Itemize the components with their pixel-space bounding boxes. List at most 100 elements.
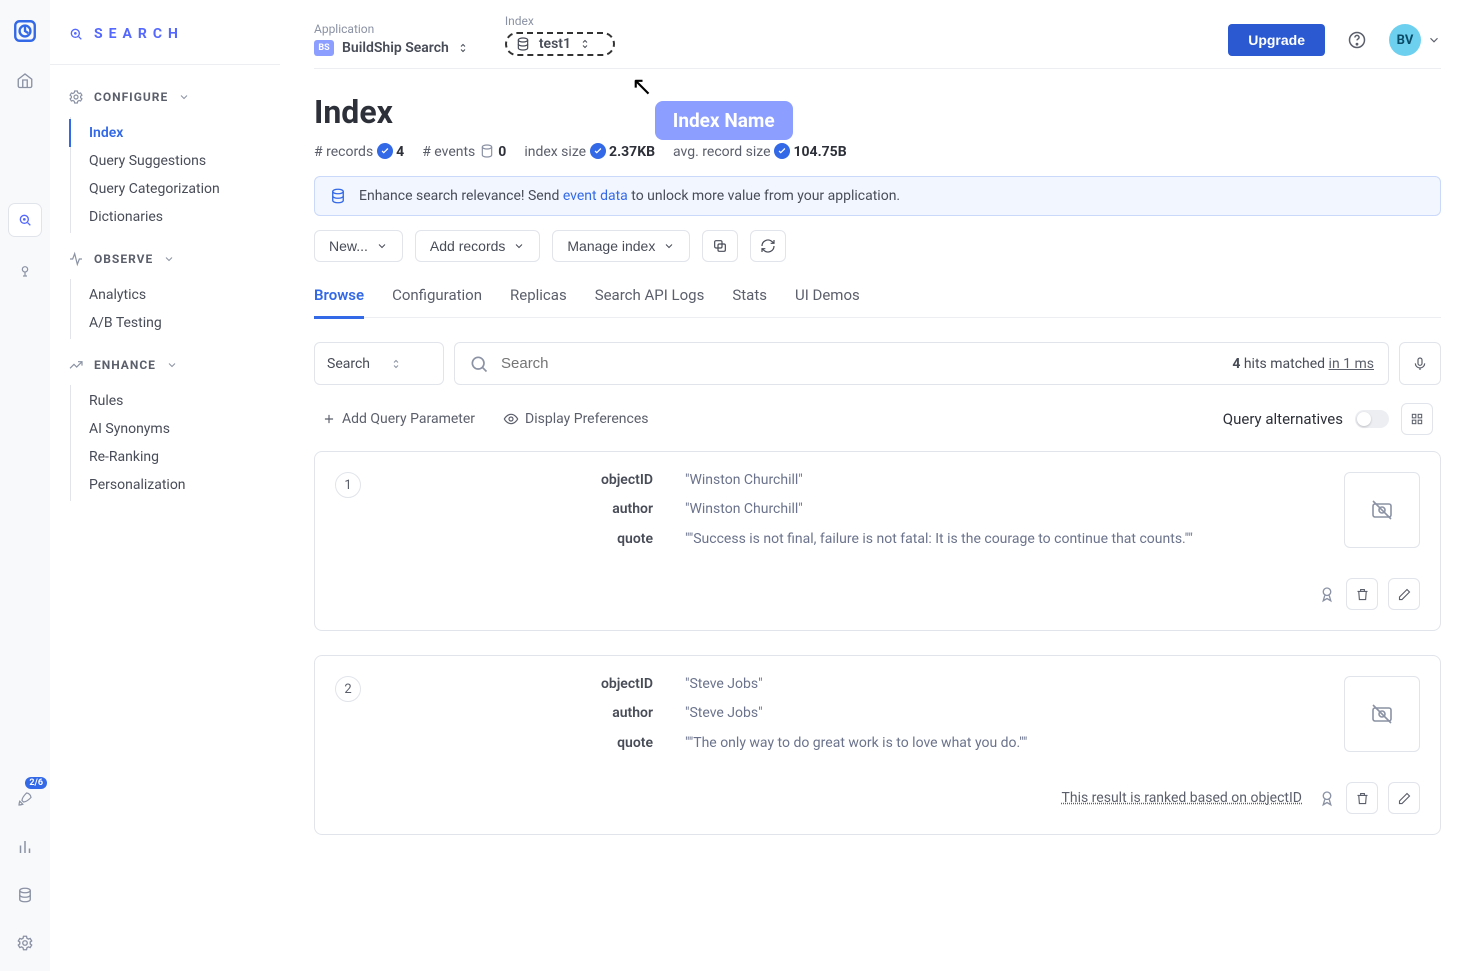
tab-configuration[interactable]: Configuration (392, 280, 482, 317)
chevron-down-icon (1427, 33, 1441, 47)
database-icon (479, 143, 495, 159)
check-icon (774, 143, 790, 159)
search-input[interactable] (501, 343, 1220, 384)
grid-icon (1410, 412, 1424, 426)
rail-recommend-icon[interactable] (9, 256, 41, 288)
activity-icon (68, 251, 84, 267)
manage-index-button[interactable]: Manage index (552, 230, 690, 262)
gear-icon (68, 89, 84, 105)
nav-query-categorization[interactable]: Query Categorization (69, 175, 262, 203)
index-label: Index (505, 14, 615, 28)
app-chip: BS (314, 40, 334, 56)
chevron-updown-icon (579, 37, 591, 51)
page-title: Index (314, 93, 1441, 131)
copy-button[interactable] (702, 230, 738, 262)
record-number: 1 (335, 472, 361, 498)
algolia-logo-icon[interactable] (12, 18, 38, 44)
record-number: 2 (335, 676, 361, 702)
toolbar: New... Add records Manage index (314, 230, 1441, 262)
tabs: Browse Configuration Replicas Search API… (314, 280, 1441, 318)
section-observe[interactable]: OBSERVE (68, 239, 262, 279)
no-image-icon (1344, 472, 1420, 548)
check-icon (377, 143, 393, 159)
delete-button[interactable] (1346, 782, 1378, 814)
search-row: Search 4 hits matched in 1 ms (314, 342, 1441, 385)
section-enhance[interactable]: ENHANCE (68, 345, 262, 385)
search-icon (469, 354, 489, 374)
record-key: quote (385, 735, 685, 752)
nav-query-suggestions[interactable]: Query Suggestions (69, 147, 262, 175)
nav-analytics[interactable]: Analytics (69, 281, 262, 309)
sidebar: SEARCH CONFIGURE Index Query Suggestions… (50, 0, 280, 971)
ranking-icon[interactable] (1318, 585, 1336, 603)
trash-icon (1355, 791, 1370, 806)
edit-icon (1397, 791, 1412, 806)
edit-button[interactable] (1388, 578, 1420, 610)
topbar: Application BS BuildShip Search Index te… (314, 0, 1441, 69)
tab-browse[interactable]: Browse (314, 280, 364, 319)
rail-home-icon[interactable] (9, 64, 41, 96)
add-records-button[interactable]: Add records (415, 230, 540, 262)
database-icon (515, 36, 531, 52)
copy-icon (712, 238, 728, 254)
record-key: author (385, 501, 685, 518)
record-key: objectID (385, 676, 685, 693)
info-banner: Enhance search relevance! Send event dat… (314, 176, 1441, 216)
chevron-down-icon (376, 240, 388, 252)
rail-search-icon[interactable] (9, 204, 41, 236)
no-image-icon (1344, 676, 1420, 752)
edit-button[interactable] (1388, 782, 1420, 814)
mic-icon (1412, 356, 1428, 372)
record-value: "Winston Churchill" (685, 501, 1320, 518)
help-icon[interactable] (1347, 30, 1367, 50)
search-mode-select[interactable]: Search (314, 342, 444, 385)
rail-settings-icon[interactable] (9, 927, 41, 959)
trend-icon (68, 357, 84, 373)
nav-ai-synonyms[interactable]: AI Synonyms (69, 415, 262, 443)
nav-dictionaries[interactable]: Dictionaries (69, 203, 262, 231)
tab-stats[interactable]: Stats (732, 280, 767, 317)
account-menu[interactable]: BV (1389, 24, 1441, 56)
query-alternatives-label: Query alternatives (1223, 410, 1343, 428)
chevron-down-icon (513, 240, 525, 252)
tab-replicas[interactable]: Replicas (510, 280, 567, 317)
chevron-updown-icon (457, 41, 469, 55)
nav-ab-testing[interactable]: A/B Testing (69, 309, 262, 337)
nav-re-ranking[interactable]: Re-Ranking (69, 443, 262, 471)
annotation-callout: Index Name (655, 101, 793, 140)
nav-index[interactable]: Index (69, 119, 262, 147)
display-prefs-button[interactable]: Display Preferences (503, 411, 648, 427)
stats-row: # records 4 # events 0 index size 2.37KB… (314, 143, 1441, 160)
ranking-icon[interactable] (1318, 789, 1336, 807)
rail-rocket-icon[interactable]: 2/6 (9, 783, 41, 815)
nav-rules[interactable]: Rules (69, 387, 262, 415)
app-selector[interactable]: BS BuildShip Search (314, 40, 469, 56)
delete-button[interactable] (1346, 578, 1378, 610)
index-selector[interactable]: test1 (505, 32, 615, 56)
refresh-button[interactable] (750, 230, 786, 262)
add-query-param-button[interactable]: Add Query Parameter (322, 411, 475, 427)
new-button[interactable]: New... (314, 230, 403, 262)
icon-rail: 2/6 (0, 0, 50, 971)
rail-data-icon[interactable] (9, 879, 41, 911)
record-value: "Steve Jobs" (685, 705, 1320, 722)
chevron-down-icon (663, 240, 675, 252)
grid-view-button[interactable] (1401, 403, 1433, 435)
rail-analytics-icon[interactable] (9, 831, 41, 863)
main: Application BS BuildShip Search Index te… (280, 0, 1467, 899)
upgrade-button[interactable]: Upgrade (1228, 24, 1325, 56)
chevron-updown-icon (390, 356, 402, 372)
chevron-down-icon (163, 253, 175, 265)
tab-search-api-logs[interactable]: Search API Logs (595, 280, 705, 317)
query-alternatives-toggle[interactable] (1355, 410, 1389, 428)
nav-personalization[interactable]: Personalization (69, 471, 262, 499)
ranking-note: This result is ranked based on objectID (1062, 790, 1302, 806)
plus-icon (322, 412, 336, 426)
section-configure[interactable]: CONFIGURE (68, 77, 262, 117)
target-icon (68, 26, 84, 42)
edit-icon (1397, 587, 1412, 602)
event-data-link[interactable]: event data (563, 188, 628, 204)
voice-button[interactable] (1399, 342, 1441, 385)
tab-ui-demos[interactable]: UI Demos (795, 280, 860, 317)
check-icon (590, 143, 606, 159)
